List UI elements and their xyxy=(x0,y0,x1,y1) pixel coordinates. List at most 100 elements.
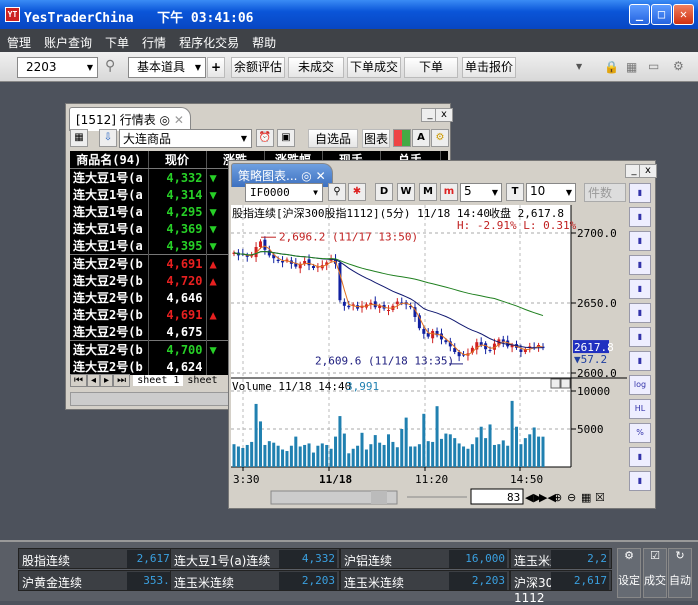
close-button[interactable]: x xyxy=(639,164,657,178)
scroll-thumb[interactable] xyxy=(371,491,387,504)
add-button[interactable]: + xyxy=(207,57,225,78)
volume-bar xyxy=(360,432,364,467)
settings-icon[interactable]: ⚙ xyxy=(431,129,449,147)
volume-bar xyxy=(431,441,435,467)
tools-select[interactable]: 基本道具 ▼ xyxy=(128,57,206,78)
font-button[interactable]: A xyxy=(412,129,430,147)
close-button[interactable]: ✕ xyxy=(673,4,694,25)
lc-icon[interactable]: ▮ xyxy=(629,471,651,491)
ticker-cell[interactable]: 连大豆1号(a)连续 4,332 xyxy=(170,548,340,569)
menu-help[interactable]: 帮助 xyxy=(245,29,282,51)
percent-icon[interactable]: % xyxy=(629,423,651,443)
watchlist-button[interactable]: 自选品 xyxy=(308,129,358,148)
template-icon[interactable]: ▮ xyxy=(629,255,651,275)
tick-count-select[interactable]: 10 ▼ xyxy=(526,183,576,202)
order-button[interactable]: 下单 xyxy=(404,57,458,78)
pane-minimize-button[interactable] xyxy=(550,378,561,389)
tab-sheet-1[interactable]: sheet 1 xyxy=(133,375,184,386)
product-name: 连大豆1号(a xyxy=(70,168,149,186)
product-name: 连大豆1号(a xyxy=(70,203,149,220)
save-icon[interactable]: ▮ xyxy=(629,207,651,227)
volume-bar xyxy=(506,445,510,467)
pane-close-button[interactable] xyxy=(560,378,571,389)
interval-select[interactable]: 5 ▼ xyxy=(460,183,502,202)
last-sheet-button[interactable]: ⏭ xyxy=(113,374,131,387)
download-icon[interactable]: ⇩ xyxy=(99,129,117,147)
ticker-cell[interactable]: 连玉米连续 2,203 xyxy=(340,570,510,591)
gear-icon[interactable]: ⚙ xyxy=(673,59,684,73)
menu-quotes[interactable]: 行情 xyxy=(135,29,172,51)
layout-icon[interactable]: ▦ xyxy=(626,60,637,74)
ticker-cell[interactable]: 沪黄金连续 353.56 xyxy=(18,570,188,591)
period-day-button[interactable]: D xyxy=(375,183,393,201)
volume-bar xyxy=(334,436,338,467)
column-header[interactable]: 商品名(94) xyxy=(70,151,149,169)
grid-icon[interactable]: ▦ xyxy=(581,491,591,504)
bar-list-icon[interactable]: ▮ xyxy=(629,303,651,323)
close-button[interactable]: x xyxy=(435,108,453,122)
refresh-icon[interactable]: ▮ xyxy=(629,183,651,203)
remove-indicator-icon[interactable]: ✱ xyxy=(348,183,366,201)
volume-bar xyxy=(528,434,532,467)
hl-icon[interactable]: HL xyxy=(629,399,651,419)
balance-button[interactable]: 余额评估 xyxy=(231,57,285,78)
period-week-button[interactable]: W xyxy=(397,183,415,201)
volume-bar xyxy=(356,445,360,467)
monitor-icon[interactable]: ▭ xyxy=(648,59,659,73)
unfilled-button[interactable]: 未成交 xyxy=(288,57,344,78)
unit-select[interactable]: 件数 xyxy=(584,183,626,202)
alarm-icon[interactable]: ⏰ xyxy=(256,129,274,147)
auto-button[interactable]: ↻ 自动 xyxy=(668,548,692,598)
ticker-cell[interactable]: 沪深300股指1112 2,617 xyxy=(510,570,612,605)
symbol-select[interactable]: IF0000 ▼ xyxy=(245,183,323,202)
ticker-cell[interactable]: 沪铝连续 16,000 xyxy=(340,548,510,569)
indicator-icon[interactable]: ▮ xyxy=(629,231,651,251)
next-sheet-button[interactable]: ▸ xyxy=(100,374,114,387)
period-month-button[interactable]: M xyxy=(419,183,437,201)
minimize-button[interactable]: _ xyxy=(629,4,650,25)
color-icon[interactable] xyxy=(393,129,411,147)
market-select[interactable]: 大连商品 ▼ xyxy=(119,129,252,148)
fills-button[interactable]: ☑ 成交 xyxy=(643,548,667,598)
horizontal-scrollbar[interactable] xyxy=(70,392,230,406)
prev-sheet-button[interactable]: ◂ xyxy=(87,374,101,387)
column-header[interactable]: 现价 xyxy=(148,151,207,169)
period-minute-button[interactable]: m xyxy=(440,183,458,201)
price-chart[interactable]: 股指连续[沪深300股指1112](5分) 11/18 14:40 收盘 2,61… xyxy=(231,205,627,507)
bar-chart-icon[interactable]: ▮ xyxy=(629,351,651,371)
candle-icon[interactable]: ▮ xyxy=(629,327,651,347)
search-icon[interactable]: ⚲ xyxy=(105,58,115,74)
tab-quote-table[interactable]: [1512] 行情表 ◎ ✕ xyxy=(69,107,191,131)
ticker-cell[interactable]: 连玉米连续 2,2 xyxy=(510,548,612,569)
grid-icon[interactable]: ▦ xyxy=(70,129,88,147)
lock-icon[interactable]: 🔒 xyxy=(604,60,619,74)
overflow-dropdown-icon[interactable]: ▼ xyxy=(576,62,582,71)
zoom-out-icon[interactable]: ⊖ xyxy=(567,491,576,504)
click-quote-button[interactable]: 单击报价 xyxy=(462,57,516,78)
price-tick-label: 2700.0 xyxy=(577,227,617,240)
menu-account[interactable]: 账户查询 xyxy=(37,29,98,51)
search-icon[interactable]: ⚲ xyxy=(328,183,346,201)
export-icon[interactable]: ▮ xyxy=(629,279,651,299)
menu-manage[interactable]: 管理 xyxy=(0,29,37,51)
account-select[interactable]: 2203 ▼ xyxy=(17,57,98,78)
window-icon[interactable]: ▣ xyxy=(277,129,295,147)
log-icon[interactable]: log xyxy=(629,375,651,395)
first-sheet-button[interactable]: ⏮ xyxy=(70,374,87,387)
zoom-in-icon[interactable]: ⊕ xyxy=(553,491,562,504)
price: 4,369 xyxy=(148,220,207,237)
tab-sheet-2[interactable]: sheet xyxy=(183,375,221,386)
menu-algo[interactable]: 程序化交易 xyxy=(172,29,245,51)
close-tab-icon[interactable]: ✕ xyxy=(174,113,184,127)
line-icon[interactable]: ▮ xyxy=(629,447,651,467)
settings-button[interactable]: ⚙ 设定 xyxy=(617,548,641,598)
menu-order[interactable]: 下单 xyxy=(98,29,135,51)
close-icon[interactable]: ☒ xyxy=(595,491,605,504)
ticker-cell[interactable]: 连玉米连续 2,203 xyxy=(170,570,340,591)
ticker-cell[interactable]: 股指连续 2,617.8 xyxy=(18,548,188,569)
tick-button[interactable]: T xyxy=(506,183,524,201)
maximize-button[interactable]: □ xyxy=(651,4,672,25)
close-tab-icon[interactable]: ✕ xyxy=(316,169,326,183)
chart-button[interactable]: 图表 xyxy=(362,129,390,148)
filled-button[interactable]: 下单成交 xyxy=(347,57,401,78)
